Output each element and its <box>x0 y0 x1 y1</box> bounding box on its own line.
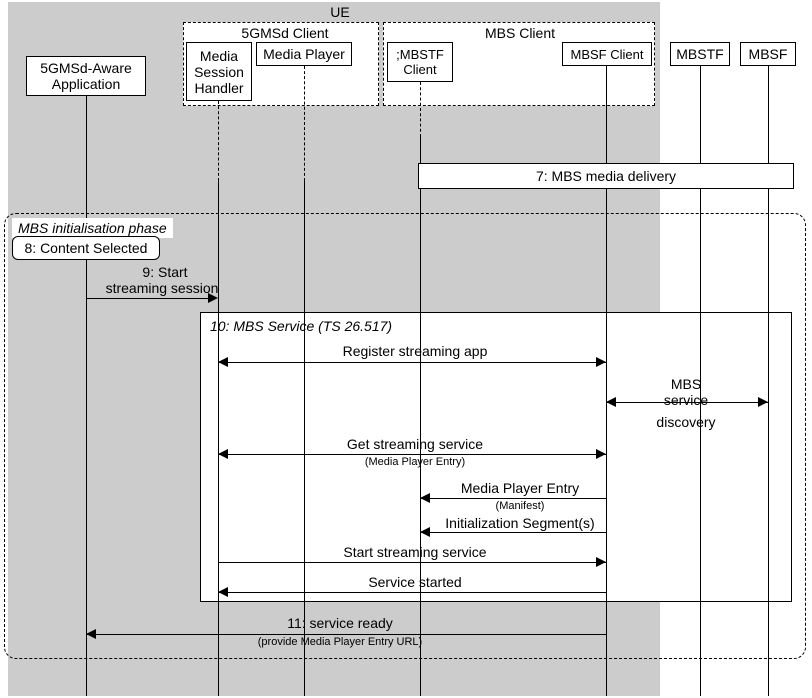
step7-box: 7: MBS media delivery <box>418 163 794 189</box>
arrow-step9 <box>86 298 208 299</box>
startsvc-label: Start streaming service <box>300 544 530 560</box>
step8-box: 8: Content Selected <box>12 236 160 260</box>
arrow-step11 <box>86 634 606 635</box>
arrow-startsvc <box>218 562 606 563</box>
mpe-label: Media Player Entry <box>440 480 600 496</box>
arrow-mpe <box>420 498 606 499</box>
getsvc-label: Get streaming service <box>300 436 530 452</box>
step9-label2: streaming session <box>92 280 232 296</box>
step10-title: 10: MBS Service (TS 26.517) <box>210 318 392 334</box>
lifeline-mbstfc-dash <box>420 82 421 137</box>
mpe-sub: (Manifest) <box>470 500 570 512</box>
phase-label: MBS initialisation phase <box>12 218 173 238</box>
initseg-label: Initialization Segment(s) <box>430 515 610 531</box>
lifeline-msh-top <box>218 101 219 181</box>
step9-label1: 9: Start <box>100 264 230 280</box>
arrow-svcstarted <box>218 592 606 593</box>
participant-msh: Media Session Handler <box>186 42 252 101</box>
client-5gmsd-label: 5GMSd Client <box>230 25 340 41</box>
step11-sub: (provide Media Player Entry URL) <box>230 636 450 648</box>
sequence-diagram: UE 5GMSd Client MBS Client 5GMSd-Aware A… <box>0 0 812 698</box>
register-label: Register streaming app <box>300 343 530 359</box>
participant-mbstf-client: ;MBSTF Client <box>387 42 453 82</box>
discovery-label: MBS service discovery <box>636 376 736 424</box>
arrow-register <box>218 362 606 363</box>
participant-app: 5GMSd-Aware Application <box>26 56 146 96</box>
participant-mbsf-client: MBSF Client <box>562 42 652 66</box>
client-mbs-label: MBS Client <box>470 25 570 41</box>
participant-media-player: Media Player <box>256 42 352 66</box>
arrow-initseg <box>420 532 606 533</box>
arrow-getsvc <box>218 454 606 455</box>
participant-mbsf: MBSF <box>740 42 796 66</box>
participant-mbstf: MBSTF <box>670 42 730 66</box>
getsvc-sub: (Media Player Entry) <box>330 456 500 468</box>
step11-label: 11: service ready <box>230 615 450 631</box>
lifeline-mp-top <box>304 66 305 181</box>
svcstarted-label: Service started <box>300 574 530 590</box>
ue-label: UE <box>300 4 380 20</box>
